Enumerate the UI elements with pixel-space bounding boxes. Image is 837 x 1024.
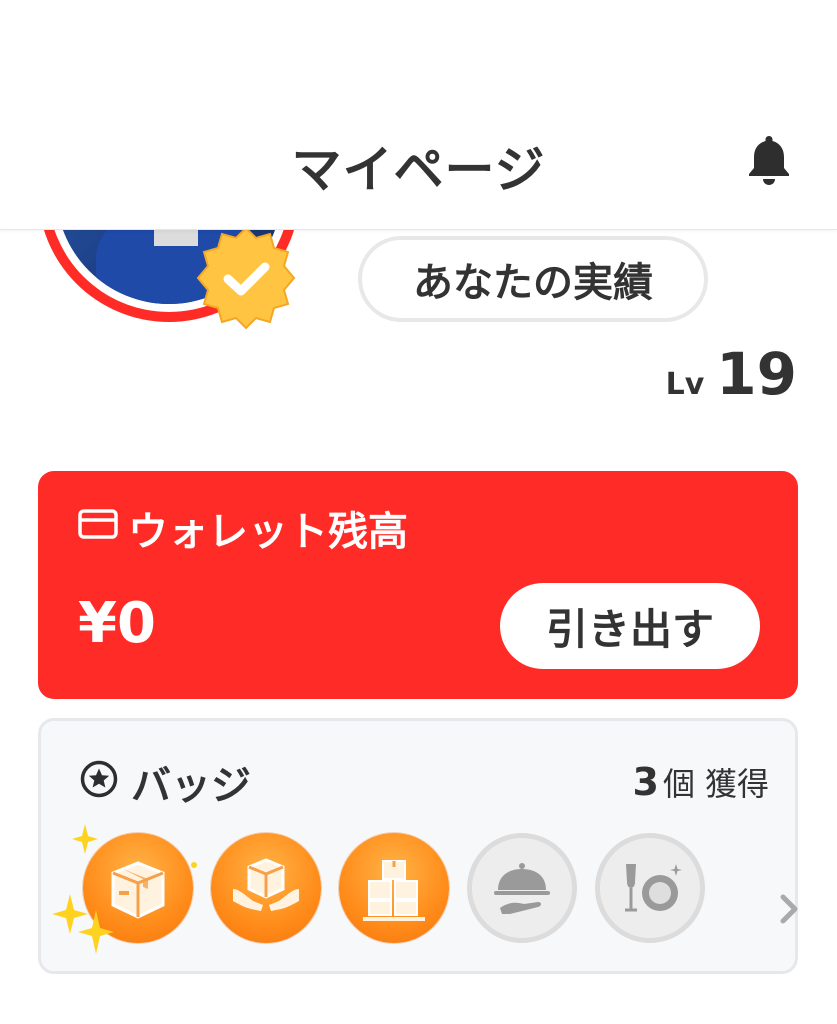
- dining-glass-plate-icon[interactable]: [595, 833, 705, 943]
- level-indicator: Lv 19: [666, 340, 797, 408]
- badges-count-number: 3: [632, 760, 659, 804]
- stacked-boxes-icon[interactable]: [339, 833, 449, 943]
- badges-title: バッジ: [131, 763, 251, 809]
- badges-count-unit: 個: [662, 765, 695, 803]
- wallet-title: ウォレット残高: [128, 509, 408, 555]
- wallet-balance: ¥0: [78, 591, 156, 656]
- card-icon: [78, 509, 118, 539]
- box-hands-icon[interactable]: [211, 833, 321, 943]
- badges-count-suffix: 獲得: [704, 765, 769, 803]
- withdraw-button[interactable]: 引き出す: [500, 583, 760, 669]
- wallet-card: ウォレット残高 ¥0 引き出す: [38, 471, 798, 699]
- app-header: マイページ: [0, 96, 837, 230]
- badges-card[interactable]: バッジ 3 個 獲得: [38, 718, 798, 974]
- sparkle-icon: [52, 890, 114, 954]
- sparkle-icon: [190, 854, 198, 868]
- achievements-button[interactable]: あなたの実績: [358, 236, 708, 322]
- level-value: 19: [716, 340, 797, 408]
- chevron-right-icon[interactable]: [769, 889, 809, 929]
- verified-check-icon: [190, 222, 302, 334]
- level-prefix: Lv: [665, 367, 705, 402]
- page-title: マイページ: [291, 141, 546, 199]
- bell-icon[interactable]: [744, 132, 794, 188]
- sparkle-icon: [72, 824, 98, 854]
- badges-count: 3 個 獲得: [633, 759, 769, 805]
- star-circle-icon: [79, 759, 119, 799]
- status-bar: [0, 0, 837, 96]
- serving-cloche-icon[interactable]: [467, 833, 577, 943]
